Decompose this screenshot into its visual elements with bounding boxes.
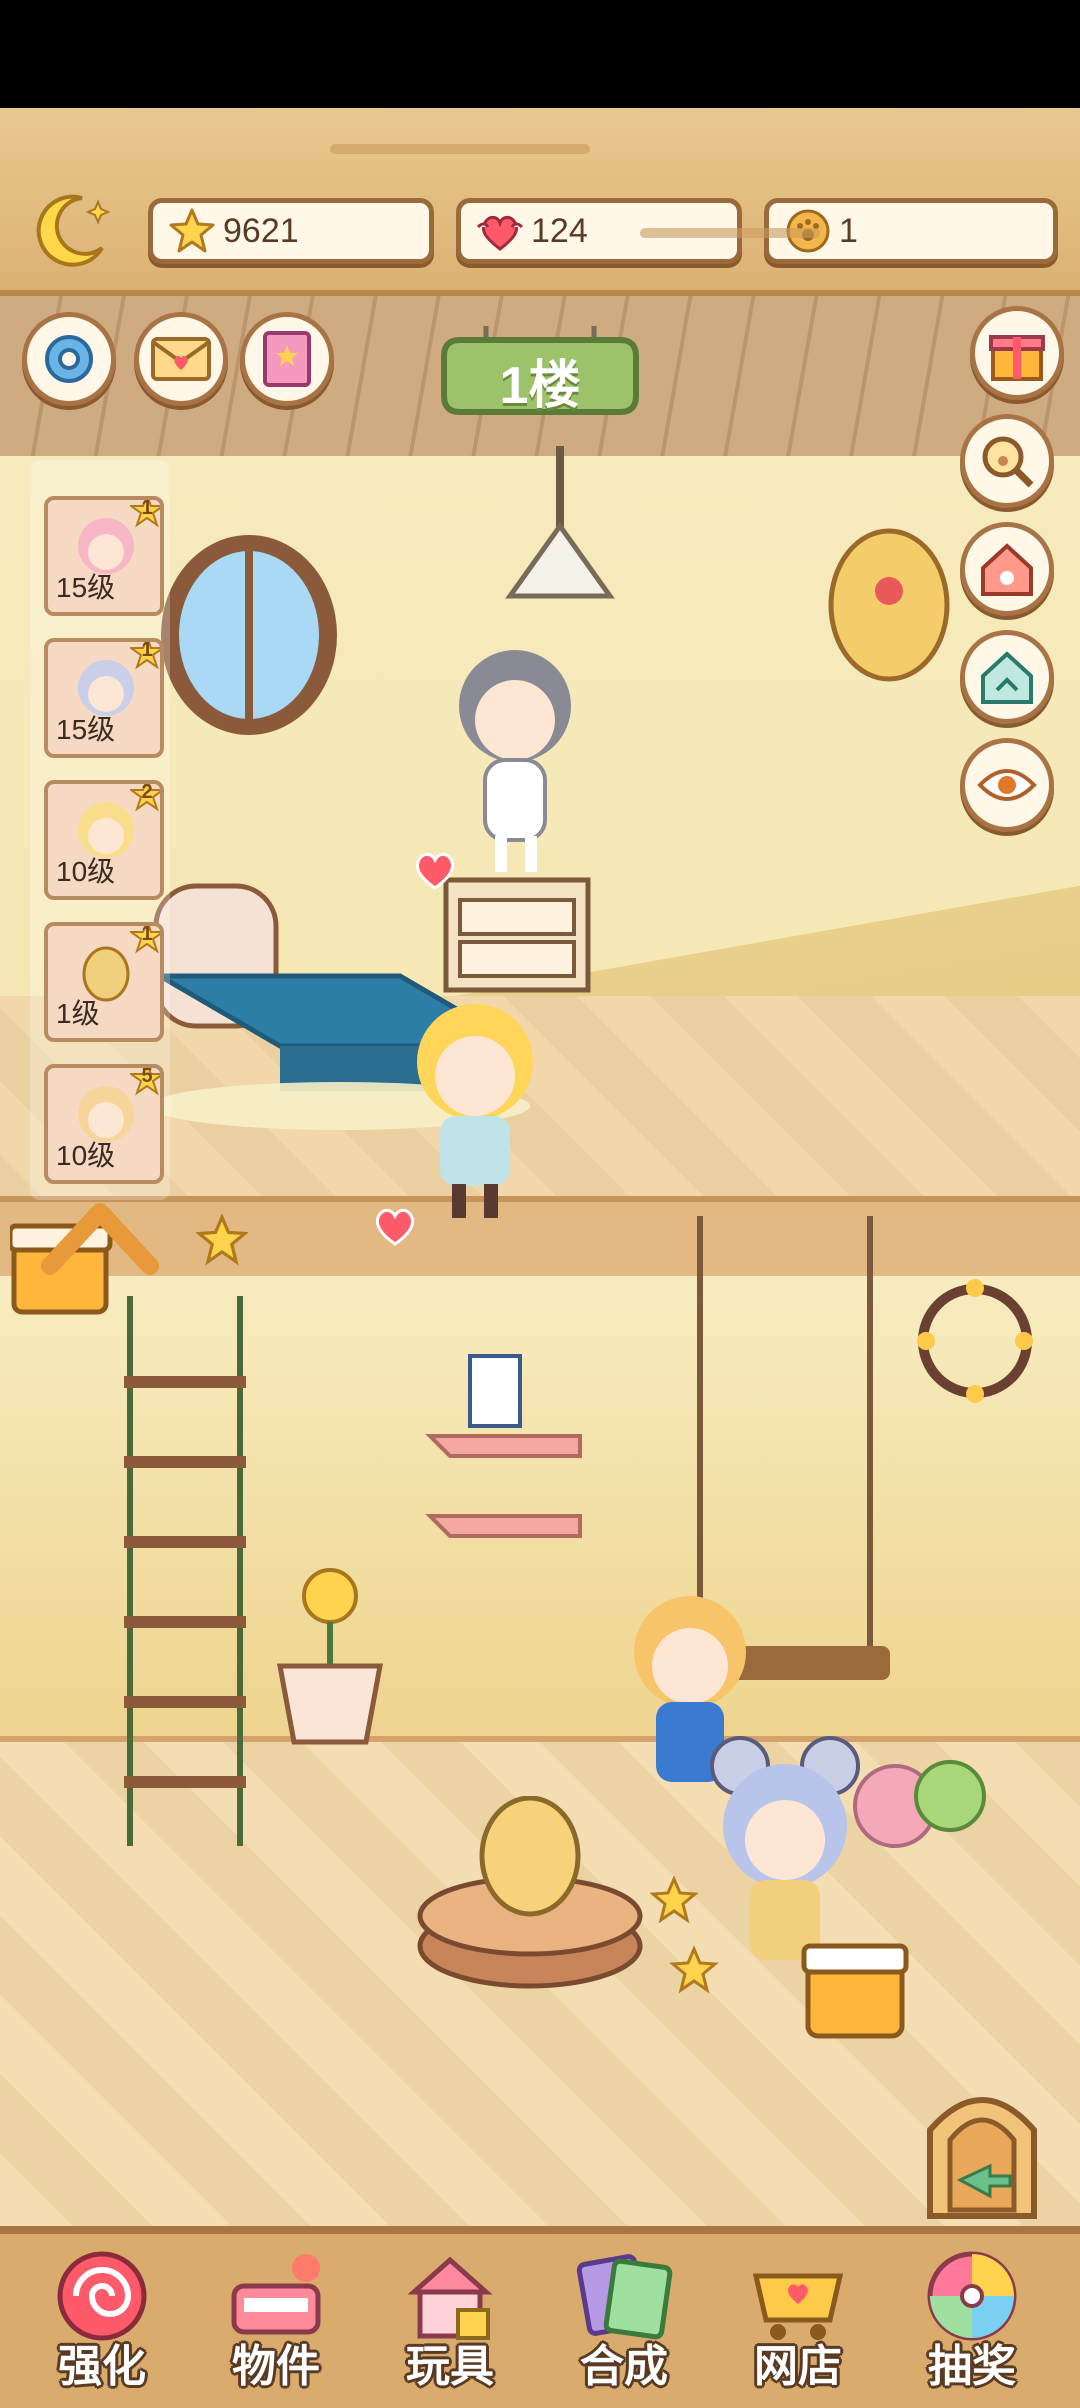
oval-window	[161, 535, 337, 735]
floating-heart-icon[interactable]	[410, 848, 460, 892]
yarn-balls	[853, 1760, 986, 1848]
character-card[interactable]: 2 10级	[44, 780, 164, 900]
nav-lottery-label: 抽奖	[928, 2342, 1016, 2391]
ceiling-lamp	[505, 446, 615, 599]
nav-lottery[interactable]: 抽奖	[892, 2236, 1052, 2396]
home-share-button[interactable]	[960, 630, 1054, 724]
exit-door-icon[interactable]	[920, 2080, 1044, 2220]
paw-magnifier-icon	[982, 436, 1034, 488]
honey-jar[interactable]	[800, 1936, 910, 2046]
resource-bar: 9621 124 1	[0, 108, 1080, 296]
stars-counter: 9621	[148, 198, 434, 264]
nav-toys-label: 玩具	[406, 2342, 494, 2391]
status-bar	[0, 0, 1080, 108]
rank-badge: 5	[127, 1068, 160, 1096]
floor-sign-label: 1楼	[499, 357, 581, 415]
nav-merge-label: 合成	[580, 2342, 668, 2391]
character-level: 1级	[56, 998, 100, 1029]
character-blonde-girl[interactable]	[400, 996, 550, 1226]
paw-coin-icon	[781, 204, 835, 258]
settings-gear-icon	[45, 335, 93, 383]
rank-badge: 1	[127, 926, 160, 954]
nav-toys[interactable]: 玩具	[370, 2236, 530, 2396]
view-button[interactable]	[960, 738, 1054, 832]
mail-button[interactable]	[134, 312, 228, 406]
nav-enhance[interactable]: 强化	[22, 2236, 182, 2396]
floating-stars-lower[interactable]	[650, 1876, 730, 2006]
house-button[interactable]	[960, 522, 1054, 616]
nav-items-label: 物件	[232, 2342, 320, 2391]
nav-enhance-label: 强化	[58, 2342, 146, 2391]
gift-box-icon	[989, 335, 1045, 381]
character-card[interactable]: 5 10级	[44, 1064, 164, 1184]
winged-heart-icon	[473, 204, 527, 258]
collapse-up-button[interactable]	[10, 1196, 160, 1316]
straw-hat	[828, 528, 950, 682]
floating-star-icon[interactable]	[196, 1214, 248, 1266]
nav-shop-label: 网店	[754, 2342, 842, 2391]
moon-icon[interactable]	[26, 188, 112, 274]
character-card[interactable]: 1 15级	[44, 496, 164, 616]
flower-pot	[276, 1568, 384, 1745]
floating-heart-icon-2[interactable]	[370, 1204, 420, 1248]
character-level: 15级	[56, 572, 116, 603]
character-level: 10级	[56, 856, 116, 887]
hearts-counter: 124	[456, 198, 742, 264]
character-card[interactable]: 1 1级	[44, 922, 164, 1042]
gift-button[interactable]	[970, 306, 1064, 400]
character-mouse-girl[interactable]	[440, 636, 590, 876]
eye-icon	[977, 769, 1037, 801]
coins-value: 1	[839, 211, 858, 250]
home-share-icon	[981, 651, 1033, 704]
egg-on-stump[interactable]	[410, 1796, 650, 1996]
hearts-value: 124	[531, 211, 588, 250]
mail-envelope-icon	[151, 337, 211, 381]
rope-ladder	[124, 1296, 246, 1846]
book-button[interactable]	[240, 312, 334, 406]
coins-counter: 1	[764, 198, 1058, 264]
house-paw-icon	[981, 543, 1033, 596]
character-level: 15级	[56, 714, 116, 745]
rank-badge: 1	[127, 500, 160, 528]
nav-shop[interactable]: 网店	[718, 2236, 878, 2396]
rank-badge: 2	[127, 784, 160, 812]
character-card[interactable]: 1 15级	[44, 638, 164, 758]
corner-shelves	[425, 1354, 582, 1538]
wall-wreath	[917, 1279, 1033, 1403]
rank-badge: 1	[127, 642, 160, 670]
star-icon	[165, 204, 219, 258]
search-paw-button[interactable]	[960, 414, 1054, 508]
stars-value: 9621	[223, 211, 299, 250]
character-list[interactable]: 1 15级 1 15级 2 10级 1 1级 5 10级	[30, 460, 170, 1200]
nav-merge[interactable]: 合成	[544, 2236, 704, 2396]
settings-button[interactable]	[22, 312, 116, 406]
character-level: 10级	[56, 1140, 116, 1171]
nav-items[interactable]: 物件	[196, 2236, 356, 2396]
book-icon	[263, 331, 311, 387]
